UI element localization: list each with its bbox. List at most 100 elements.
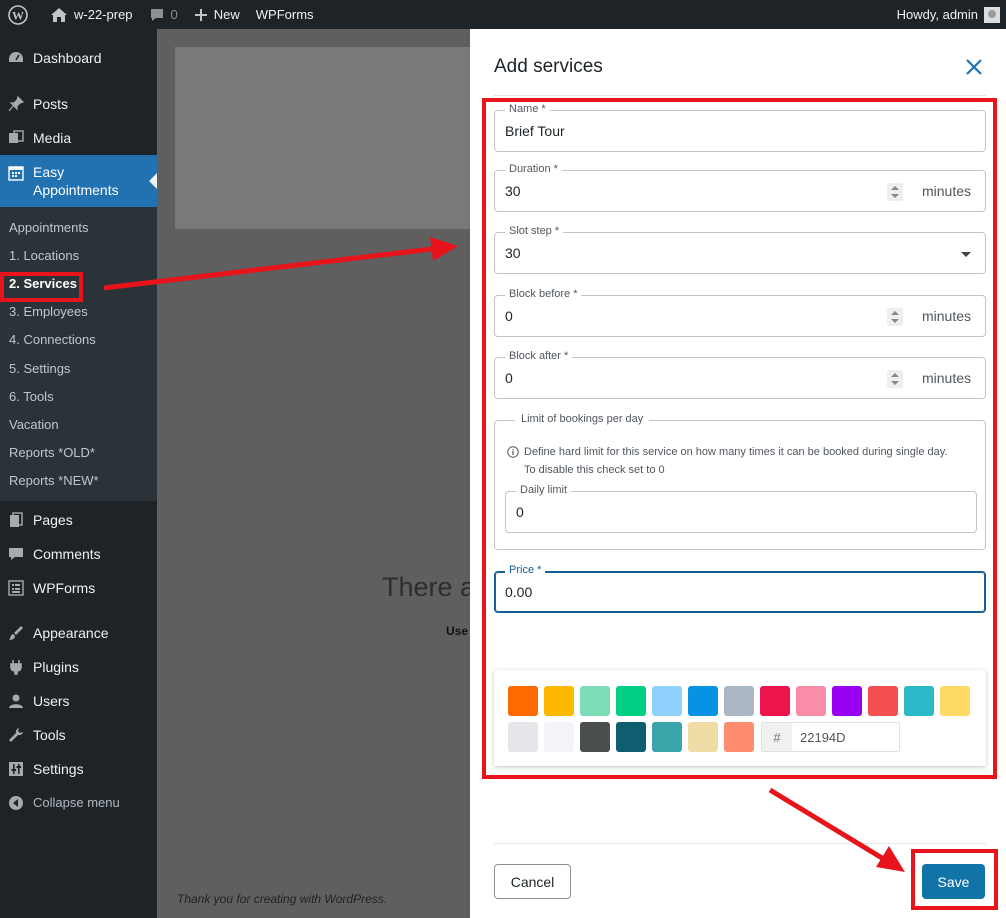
wordpress-logo[interactable]: W (0, 0, 42, 29)
menu-pages[interactable]: Pages (0, 503, 157, 537)
menu-comments-label: Comments (33, 545, 101, 562)
color-swatch[interactable] (724, 722, 754, 752)
color-swatch[interactable] (616, 722, 646, 752)
empty-state-heading: There a (382, 572, 470, 602)
menu-plugins[interactable]: Plugins (0, 650, 157, 684)
color-swatch[interactable] (544, 722, 574, 752)
block-after-field[interactable]: Block after * 0 minutes (494, 350, 986, 399)
color-swatch[interactable] (868, 686, 898, 716)
hash-label: # (762, 723, 792, 751)
color-swatch[interactable] (796, 686, 826, 716)
decor-dot: • (456, 507, 460, 518)
cancel-button[interactable]: Cancel (494, 864, 571, 899)
color-swatch[interactable] (940, 686, 970, 716)
submenu-tools[interactable]: 6. Tools (0, 382, 157, 410)
menu-dashboard[interactable]: Dashboard (0, 41, 157, 75)
color-swatch[interactable] (580, 722, 610, 752)
daily-limit-field[interactable]: Daily limit 0 (505, 484, 977, 533)
menu-wpforms[interactable]: WPForms (0, 571, 157, 605)
submenu-vacation[interactable]: Vacation (0, 410, 157, 438)
menu-appearance-label: Appearance (33, 624, 109, 641)
daily-limit-value: 0 (516, 504, 524, 520)
new-content-link[interactable]: New (186, 0, 248, 29)
wpforms-label: WPForms (255, 7, 314, 22)
site-name: w-22-prep (74, 7, 133, 22)
plugin-icon (6, 657, 26, 677)
menu-appearance[interactable]: Appearance (0, 616, 157, 650)
menu-users[interactable]: Users (0, 684, 157, 718)
paintbrush-icon (6, 623, 26, 643)
submenu-settings[interactable]: 5. Settings (0, 354, 157, 382)
close-button[interactable] (964, 57, 984, 77)
calendar-icon (6, 163, 26, 183)
menu-settings[interactable]: Settings (0, 752, 157, 786)
color-swatch[interactable] (688, 722, 718, 752)
block-after-unit: minutes (921, 370, 971, 386)
wrench-icon (6, 725, 26, 745)
limit-info-line1: Define hard limit for this service on ho… (524, 446, 948, 458)
limit-bookings-group: Limit of bookings per day Define hard li… (494, 413, 986, 550)
save-button[interactable]: Save (922, 864, 985, 899)
color-swatch[interactable] (724, 686, 754, 716)
color-swatch[interactable] (544, 686, 574, 716)
hex-color-input[interactable]: # 22194D (761, 722, 900, 752)
color-swatch[interactable] (580, 686, 610, 716)
duration-label: Duration * (505, 163, 562, 175)
submenu-services[interactable]: 2. Services (0, 269, 157, 297)
comments-count: 0 (170, 7, 178, 22)
decor-dot: • (453, 367, 457, 378)
color-swatch[interactable] (652, 722, 682, 752)
submenu-employees[interactable]: 3. Employees (0, 298, 157, 326)
price-label: Price * (505, 564, 546, 576)
color-swatch[interactable] (616, 686, 646, 716)
color-swatch[interactable] (688, 686, 718, 716)
block-after-stepper[interactable] (887, 370, 903, 388)
my-account[interactable]: Howdy, admin (897, 6, 1006, 23)
block-before-label: Block before * (505, 288, 582, 300)
admin-bar: W w-22-prep 0 New WPForms Howdy, admin (0, 0, 1006, 29)
divider (494, 95, 986, 96)
submenu-connections[interactable]: 4. Connections (0, 326, 157, 354)
submenu-reports-old[interactable]: Reports *OLD* (0, 439, 157, 467)
new-label: New (213, 7, 240, 22)
wpforms-link[interactable]: WPForms (248, 0, 322, 29)
name-value: Brief Tour (505, 123, 565, 139)
color-swatch[interactable] (508, 722, 538, 752)
comments-link[interactable]: 0 (141, 0, 186, 29)
site-name-link[interactable]: w-22-prep (42, 0, 141, 29)
slot-step-value: 30 (505, 245, 521, 261)
menu-media[interactable]: Media (0, 121, 157, 155)
block-after-label: Block after * (505, 350, 573, 362)
color-swatch[interactable] (832, 686, 862, 716)
duration-field[interactable]: Duration * 30 minutes (494, 163, 986, 212)
footer-thanks: Thank you for creating with WordPress. (177, 892, 388, 906)
submenu-locations[interactable]: 1. Locations (0, 241, 157, 269)
slot-step-label: Slot step * (505, 225, 564, 237)
menu-plugins-label: Plugins (33, 658, 79, 675)
color-swatch[interactable] (652, 686, 682, 716)
admin-sidebar: Dashboard Posts Media Easy Appointments … (0, 29, 157, 918)
menu-posts[interactable]: Posts (0, 87, 157, 121)
color-picker: # 22194D (494, 670, 986, 766)
menu-easy-appointments[interactable]: Easy Appointments (0, 155, 157, 207)
color-swatch[interactable] (904, 686, 934, 716)
color-swatch[interactable] (760, 686, 790, 716)
menu-comments[interactable]: Comments (0, 537, 157, 571)
slot-step-select[interactable]: Slot step * 30 (494, 225, 986, 274)
menu-settings-label: Settings (33, 760, 84, 777)
submenu-reports-new[interactable]: Reports *NEW* (0, 467, 157, 495)
daily-limit-label: Daily limit (516, 484, 572, 496)
collapse-menu-button[interactable]: Collapse menu (0, 786, 157, 820)
menu-media-label: Media (33, 130, 72, 146)
block-before-field[interactable]: Block before * 0 minutes (494, 288, 986, 337)
hex-color-value: 22194D (800, 729, 846, 745)
empty-state-hint: Use (446, 624, 469, 638)
duration-stepper[interactable] (887, 183, 903, 201)
submenu-appointments[interactable]: Appointments (0, 213, 157, 241)
block-before-stepper[interactable] (887, 308, 903, 326)
panel-title: Add services (494, 56, 603, 77)
menu-tools[interactable]: Tools (0, 718, 157, 752)
name-field[interactable]: Name * Brief Tour (494, 103, 986, 152)
color-swatch[interactable] (508, 686, 538, 716)
price-field[interactable]: Price * 0.00 (494, 564, 986, 613)
